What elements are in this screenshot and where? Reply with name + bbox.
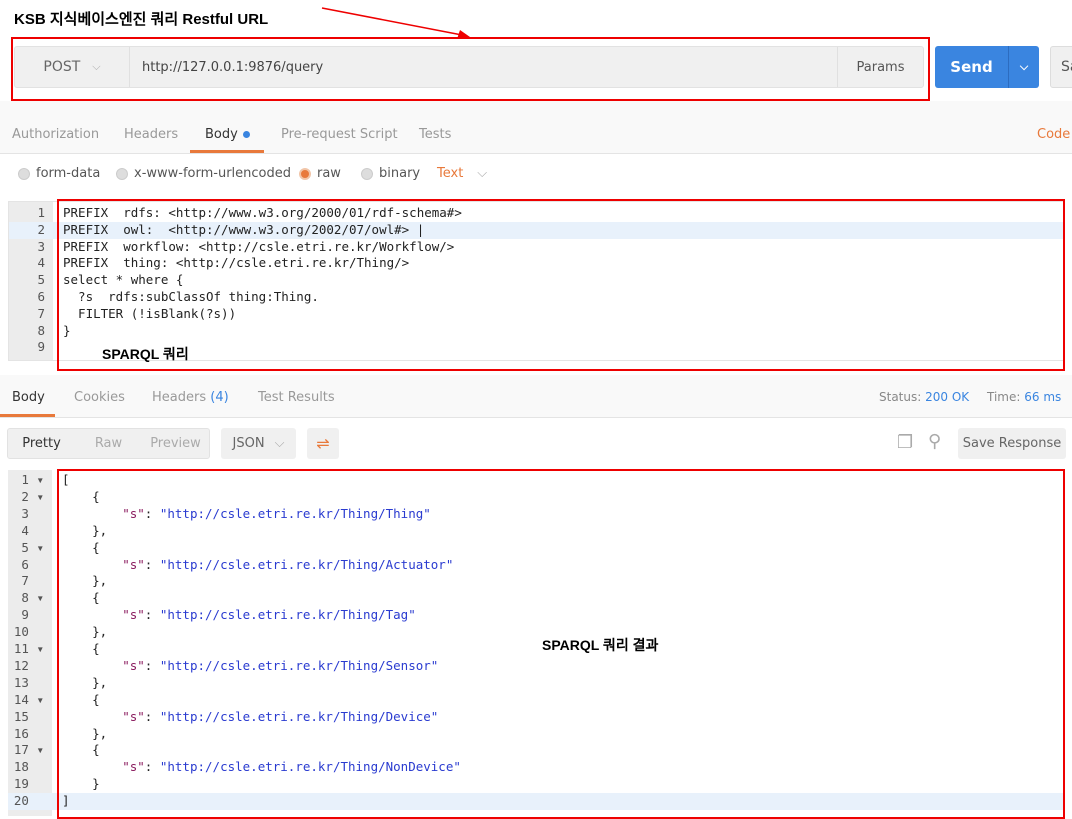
radio-icon <box>361 167 373 180</box>
tab-headers[interactable]: Headers <box>124 127 178 142</box>
active-tab-underline <box>0 414 55 417</box>
line-number: 6 <box>21 556 44 572</box>
line-number: 13 <box>13 674 44 690</box>
modified-dot-icon <box>242 131 250 138</box>
line-number: 18 <box>13 759 44 775</box>
line-number: 6 <box>37 289 45 304</box>
query-annotation: SPARQL 쿼리 <box>102 346 189 362</box>
line-number: 7 <box>37 305 45 321</box>
tab-pre-request-script[interactable]: Pre-request Script <box>281 127 398 142</box>
format-label: Text <box>437 166 464 181</box>
line-number: 1 <box>37 205 45 220</box>
status-label: Status: <box>879 390 922 404</box>
line-number: 14 ▾ <box>13 691 44 707</box>
line-number: 5 <box>37 272 45 288</box>
line-number: 8 ▾ <box>21 590 44 606</box>
line-number: 3 <box>37 238 45 254</box>
radio-label: binary <box>379 166 421 181</box>
line-number: 12 <box>13 657 44 673</box>
time-label: Time: <box>987 390 1021 404</box>
tab-response-headers[interactable]: Headers (4) <box>152 390 229 405</box>
line-number: 4 <box>37 255 45 271</box>
headers-count: (4) <box>210 390 229 405</box>
save-response-button[interactable]: Save Response <box>958 428 1066 459</box>
line-number: 11 ▾ <box>13 641 44 656</box>
line-number: 7 <box>21 573 44 589</box>
radio-urlencoded[interactable]: x-www-form-urlencoded <box>116 166 291 181</box>
result-annotation: SPARQL 쿼리 결과 <box>542 637 659 653</box>
chevron-down-icon: ⌵ <box>477 166 488 181</box>
line-number: 20 <box>13 793 44 809</box>
radio-icon <box>116 167 128 180</box>
time-value: 66 ms <box>1024 390 1062 404</box>
tab-label: Headers <box>152 390 207 405</box>
line-number: 15 <box>13 708 44 724</box>
view-raw[interactable]: Raw <box>75 436 142 451</box>
code-link[interactable]: Code <box>1037 127 1070 142</box>
line-number: 2 <box>37 221 45 237</box>
tab-cookies[interactable]: Cookies <box>74 390 125 405</box>
line-number: 5 ▾ <box>21 539 44 555</box>
radio-selected-icon <box>299 167 311 180</box>
line-number: 4 <box>21 522 44 538</box>
query-highlight <box>57 199 1065 371</box>
line-number: 9 <box>37 339 45 355</box>
url-highlight <box>11 37 930 101</box>
wrap-lines-icon[interactable]: ⇌ <box>307 428 339 459</box>
radio-form-data[interactable]: form-data <box>18 166 100 181</box>
tab-body[interactable]: Body <box>205 127 250 142</box>
active-tab-underline <box>190 150 264 153</box>
send-label[interactable]: Send <box>935 46 1009 88</box>
line-number: 17 ▾ <box>13 742 44 758</box>
view-mode-toggle: Pretty Raw Preview <box>7 428 210 459</box>
line-number: 10 <box>13 624 44 640</box>
tab-tests[interactable]: Tests <box>419 127 451 142</box>
radio-raw[interactable]: raw <box>299 166 341 181</box>
view-pretty[interactable]: Pretty <box>8 436 75 451</box>
response-format-select[interactable]: JSON ⌵ <box>221 428 296 459</box>
tab-test-results[interactable]: Test Results <box>258 390 335 405</box>
radio-label: form-data <box>36 166 101 181</box>
line-number: 9 <box>21 607 44 623</box>
format-select[interactable]: Text ⌵ <box>437 166 487 181</box>
line-number: 1 ▾ <box>21 472 44 487</box>
radio-label: x-www-form-urlencoded <box>134 166 292 181</box>
radio-icon <box>18 167 30 180</box>
tab-response-body[interactable]: Body <box>12 390 45 405</box>
line-number: 2 ▾ <box>21 488 44 504</box>
line-number: 8 <box>37 322 45 338</box>
radio-binary[interactable]: binary <box>361 166 420 181</box>
tab-authorization[interactable]: Authorization <box>12 127 99 142</box>
line-number: 19 <box>13 776 44 792</box>
view-preview[interactable]: Preview <box>142 436 209 451</box>
line-number: 3 <box>21 505 44 521</box>
format-label: JSON <box>232 436 265 451</box>
chevron-down-icon[interactable]: ⌵ <box>1009 46 1039 88</box>
chevron-down-icon: ⌵ <box>274 436 285 451</box>
status-readout: Status: 200 OK <box>879 390 969 404</box>
line-number: 16 <box>13 725 44 741</box>
send-button[interactable]: Send ⌵ <box>935 46 1039 88</box>
search-icon[interactable]: ⚲ <box>928 431 941 452</box>
tab-body-label: Body <box>205 127 238 142</box>
radio-label: raw <box>317 166 341 181</box>
status-value: 200 OK <box>925 390 970 404</box>
copy-icon[interactable]: ❐ <box>897 432 913 453</box>
save-button[interactable]: Sa <box>1050 46 1072 88</box>
time-readout: Time: 66 ms <box>987 390 1061 404</box>
